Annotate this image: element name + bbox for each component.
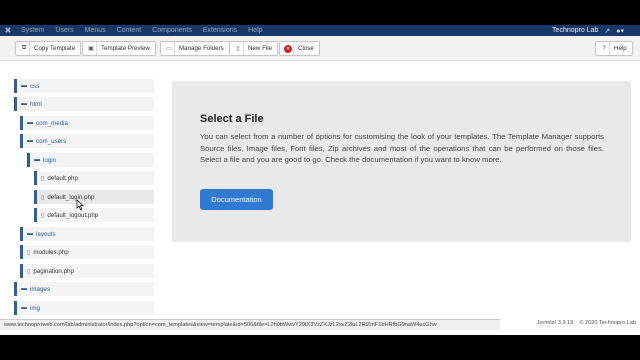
user-icon[interactable]: ●▾: [616, 27, 624, 35]
copy-template-label: Copy Template: [34, 45, 76, 52]
tree-folder-label: com_media: [36, 119, 68, 127]
panel-title: Select a File: [200, 113, 264, 125]
folder-icon: ▬: [27, 231, 33, 237]
copyright-text: © 2020 Technopro Lab: [579, 320, 636, 326]
menu-components[interactable]: Components: [152, 27, 192, 34]
close-icon: ✕: [284, 44, 292, 53]
close-button[interactable]: ✕ Close: [279, 41, 320, 56]
tree-folder-label: img: [30, 304, 40, 312]
panel-description: You can select from a number of options …: [200, 132, 604, 165]
copy-template-button[interactable]: ⧉ Copy Template: [15, 41, 82, 56]
close-label: Close: [298, 45, 314, 52]
joomla-version: Joomla! 3.9.19: [536, 320, 574, 326]
menu-content[interactable]: Content: [117, 27, 142, 34]
folder-icon: ▬: [21, 83, 27, 89]
joomla-admin-window: ✖ System Users Menus Content Components …: [0, 25, 640, 335]
toolbar: ⧉ Copy Template ▣ Template Preview ▭ Man…: [0, 36, 640, 61]
select-file-panel: Select a File You can select from a numb…: [172, 81, 631, 242]
tree-folder-label: login: [43, 156, 57, 164]
menu-extensions[interactable]: Extensions: [203, 27, 237, 34]
tree-file-default-php[interactable]: ▯ default.php: [34, 171, 154, 185]
tree-file-label: default_logout.php: [47, 211, 99, 219]
image-icon: ▣: [88, 46, 94, 52]
menu-system[interactable]: System: [21, 27, 44, 34]
mouse-cursor-icon: [76, 200, 84, 210]
tree-folder-html[interactable]: ▬ html: [14, 97, 154, 111]
documentation-button[interactable]: Documentation: [200, 189, 273, 210]
tree-folder-layouts[interactable]: ▬ layouts: [20, 227, 154, 241]
help-button[interactable]: ? Help: [595, 41, 633, 56]
menu-help[interactable]: Help: [248, 27, 262, 34]
folder-icon: ▬: [27, 138, 33, 144]
file-icon: ▯: [27, 268, 31, 275]
file-icon: ▯: [41, 194, 45, 201]
manage-folders-button[interactable]: ▭ Manage Folders: [160, 41, 230, 56]
template-preview-button[interactable]: ▣ Template Preview: [82, 41, 156, 56]
tree-folder-label: images: [30, 285, 50, 293]
tree-file-modules-php[interactable]: ▯ modules.php: [20, 245, 154, 259]
folder-icon: ▬: [21, 305, 27, 311]
file-icon: ▯: [41, 175, 45, 182]
template-preview-label: Template Preview: [101, 45, 150, 52]
tree-folder-img[interactable]: ▬ img: [14, 301, 154, 315]
menu-users[interactable]: Users: [55, 27, 73, 34]
copy-icon: ⧉: [21, 45, 27, 51]
folder-icon: ▬: [27, 120, 33, 126]
tree-file-label: default_login.php: [47, 193, 95, 201]
browser-status-bar: www.technoproweb.com/lab/administrator/i…: [0, 319, 500, 330]
joomla-logo-icon[interactable]: ✖: [2, 25, 14, 36]
new-file-label: New File: [248, 45, 273, 52]
file-icon: ▯: [236, 46, 240, 52]
tree-folder-images[interactable]: ▬ images: [14, 282, 154, 296]
menu-menus[interactable]: Menus: [85, 27, 106, 34]
folder-icon: ▬: [34, 157, 40, 163]
tree-file-label: modules.php: [33, 248, 69, 256]
file-icon: ▯: [27, 249, 31, 256]
tree-file-label: pagination.php: [33, 267, 74, 275]
top-menu-bar: ✖ System Users Menus Content Components …: [0, 25, 640, 36]
tree-file-pagination-php[interactable]: ▯ pagination.php: [20, 264, 154, 278]
tree-folder-com-media[interactable]: ▬ com_media: [20, 116, 154, 130]
tree-folder-label: com_users: [36, 137, 67, 145]
folder-icon: ▬: [21, 286, 27, 292]
status-url: www.technoproweb.com/lab/administrator/i…: [4, 322, 437, 328]
file-icon: ▯: [41, 212, 45, 219]
tree-folder-com-users[interactable]: ▬ com_users: [20, 134, 154, 148]
help-label: Help: [614, 45, 627, 52]
site-name-link[interactable]: Technopro Lab: [552, 27, 598, 34]
footer: Joomla! 3.9.19 © 2020 Technopro Lab: [537, 320, 636, 326]
tree-folder-label: css: [30, 82, 40, 90]
folder-icon: ▭: [166, 46, 172, 52]
main-menu: System Users Menus Content Components Ex…: [21, 27, 263, 34]
external-link-icon[interactable]: ↗: [604, 27, 610, 35]
topbar-right: Technopro Lab ↗ ●▾: [552, 27, 624, 35]
tree-file-label: default.php: [47, 174, 78, 182]
manage-folders-label: Manage Folders: [179, 45, 224, 52]
folder-icon: ▬: [21, 101, 27, 107]
video-frame: ✖ System Users Menus Content Components …: [0, 0, 640, 360]
tree-folder-login[interactable]: ▬ login: [27, 153, 154, 167]
tree-folder-label: layouts: [36, 230, 56, 238]
tree-folder-css[interactable]: ▬ css: [14, 79, 154, 93]
help-icon: ?: [602, 45, 606, 52]
tree-file-default-login-php[interactable]: ▯ default_login.php: [34, 190, 154, 204]
new-file-button[interactable]: ▯ New File: [229, 41, 279, 56]
tree-folder-label: html: [30, 100, 42, 108]
tree-file-default-logout-php[interactable]: ▯ default_logout.php: [34, 208, 154, 222]
